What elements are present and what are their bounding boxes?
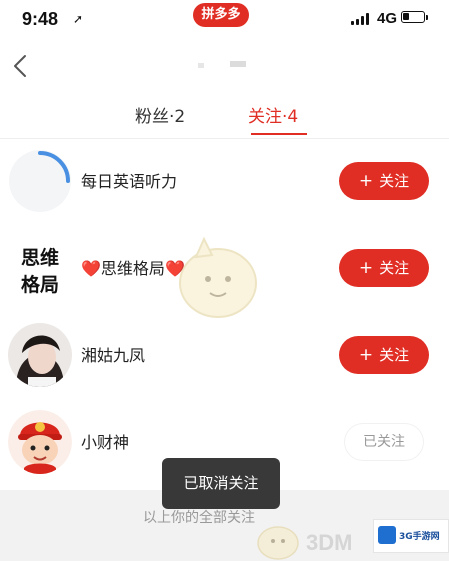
follow-button-label: 关注 xyxy=(379,172,410,190)
watermark-logo-text: 3G手游网 xyxy=(399,532,440,542)
signal-strength-icon xyxy=(351,13,373,25)
svg-text:思维: 思维 xyxy=(21,246,59,269)
follow-button[interactable]: + 关注 xyxy=(339,249,429,287)
account-name: 小财神 xyxy=(81,433,130,452)
status-time: 9:48 xyxy=(22,9,59,29)
follow-button[interactable]: + 关注 xyxy=(339,162,429,200)
location-arrow-icon: ➚ xyxy=(73,12,84,26)
mascot-watermark xyxy=(179,236,257,318)
plus-icon: + xyxy=(358,345,374,365)
loading-spinner-icon xyxy=(9,150,71,212)
mascot-watermark xyxy=(257,526,299,560)
site-logo-icon xyxy=(378,526,396,544)
page-title xyxy=(180,55,270,79)
follow-button-label: 关注 xyxy=(379,259,410,277)
status-bar: 9:48 ➚ 拼多多 4G xyxy=(0,0,449,38)
heart-icon: ❤️ xyxy=(81,259,101,278)
avatar: 思维 格局 xyxy=(8,236,72,300)
account-name: 湘姑九凤 xyxy=(81,346,146,365)
nav-bar xyxy=(0,40,449,92)
tab-bar: 粉丝·2 关注·4 xyxy=(0,92,449,139)
avatar xyxy=(8,323,72,387)
app-badge: 拼多多 xyxy=(193,3,249,27)
tab-fans[interactable]: 粉丝·2 xyxy=(135,102,185,127)
back-button[interactable] xyxy=(8,48,36,84)
avatar xyxy=(8,410,72,474)
follow-button[interactable]: + 关注 xyxy=(339,336,429,374)
list-item: 每日英语听力 + 关注 xyxy=(0,138,449,225)
blurred-title-graphic xyxy=(198,61,246,68)
watermark-text: 3DM xyxy=(306,530,353,555)
list-item: 湘姑九凤 + 关注 xyxy=(0,312,449,399)
avatar xyxy=(8,149,72,213)
svg-text:格局: 格局 xyxy=(21,273,59,296)
tab-following[interactable]: 关注·4 xyxy=(248,102,298,127)
following-button[interactable]: 已关注 xyxy=(345,424,423,460)
toast-message: 已取消关注 xyxy=(162,458,280,509)
watermark-logo: 3G手游网 xyxy=(373,519,449,553)
cartoon-character-avatar xyxy=(8,410,72,474)
portrait-photo xyxy=(8,323,72,387)
account-name: 每日英语听力 xyxy=(81,172,178,191)
chevron-left-icon xyxy=(14,55,26,77)
calligraphy-logo: 思维 格局 xyxy=(8,236,72,300)
network-type: 4G xyxy=(377,10,398,27)
battery-cap xyxy=(426,15,428,20)
battery-icon xyxy=(401,11,425,23)
follow-button-label: 关注 xyxy=(379,346,410,364)
active-tab-indicator xyxy=(251,133,307,135)
plus-icon: + xyxy=(358,258,374,278)
list-end-text: 以上你的全部关注 xyxy=(143,510,255,526)
plus-icon: + xyxy=(358,171,374,191)
